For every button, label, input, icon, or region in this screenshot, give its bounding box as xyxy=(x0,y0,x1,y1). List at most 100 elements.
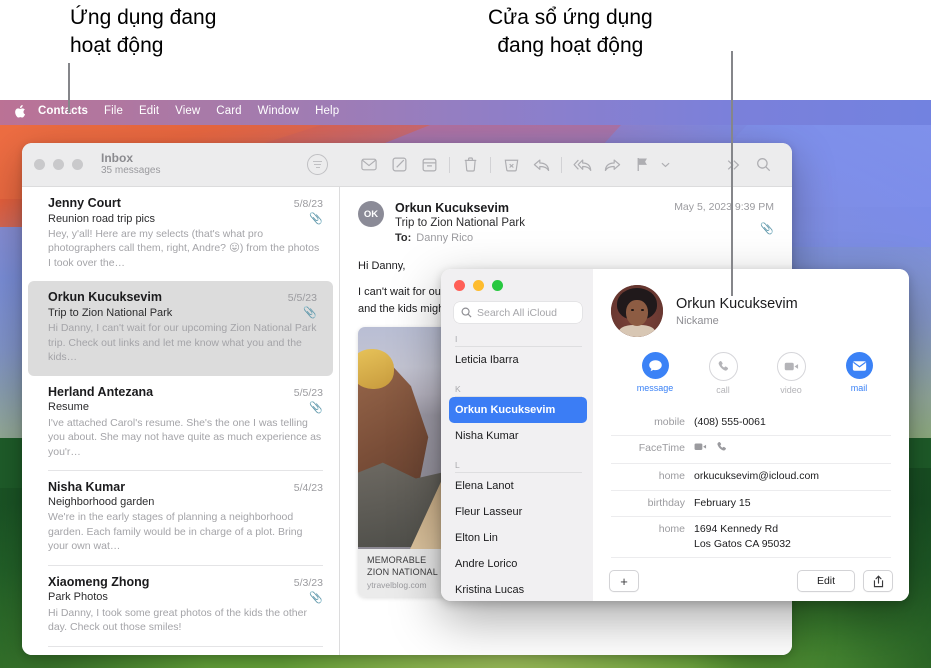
close-button[interactable] xyxy=(34,159,45,170)
message-list-item[interactable]: Nisha Kumar5/4/23 Neighborhood garden We… xyxy=(22,471,339,564)
message-sender-name: Orkun Kucuksevim xyxy=(395,201,674,215)
to-label: To: xyxy=(395,232,411,244)
contact-list-item-kristina-lucas[interactable]: Kristina Lucas xyxy=(454,577,582,601)
contact-avatar[interactable] xyxy=(611,285,663,337)
attachment-icon: 📎 xyxy=(674,222,774,235)
contacts-sidebar[interactable]: Search All iCloud I Leticia Ibarra K Ork… xyxy=(441,269,593,601)
menu-item-contacts[interactable]: Contacts xyxy=(38,105,88,117)
mail-toolbar[interactable] xyxy=(340,143,792,187)
phone-icon[interactable] xyxy=(716,441,728,458)
new-mailbox-icon[interactable] xyxy=(354,152,384,178)
message-subject: Trip to Zion National Park xyxy=(48,307,303,319)
contact-field-email[interactable]: home orkucuksevim@icloud.com xyxy=(611,464,891,490)
mail-traffic-lights[interactable] xyxy=(34,159,83,170)
photo-sunlit-rock xyxy=(358,349,394,389)
contact-actions[interactable]: message call video mail xyxy=(635,352,891,395)
menu-item-view[interactable]: View xyxy=(175,105,200,117)
contact-list-item-elena-lanot[interactable]: Elena Lanot xyxy=(454,473,582,499)
message-date: 5/3/23 xyxy=(294,577,323,589)
menu-item-help[interactable]: Help xyxy=(315,105,339,117)
message-list-item[interactable]: Xiaomeng Zhong5/3/23 Park Photos📎 Hi Dan… xyxy=(22,566,339,646)
contact-list-item-nisha-kumar[interactable]: Nisha Kumar xyxy=(454,423,582,449)
phone-icon xyxy=(709,352,738,381)
zoom-button[interactable] xyxy=(72,159,83,170)
contact-list-item-orkun-kucuksevim[interactable]: Orkun Kucuksevim xyxy=(449,397,587,423)
inbox-title: Inbox xyxy=(101,152,160,166)
message-list-item[interactable]: Jenny Court5/8/23 Reunion road trip pics… xyxy=(22,187,339,281)
chevron-down-icon[interactable] xyxy=(657,152,673,178)
minimize-button[interactable] xyxy=(473,280,484,291)
message-list-item[interactable]: Herland Antezana5/5/23 Resume📎 I've atta… xyxy=(22,376,339,470)
search-input[interactable]: Search All iCloud xyxy=(454,302,582,323)
message-action-button[interactable]: message xyxy=(635,352,675,395)
contact-card-header: Orkun Kucuksevim Nickame xyxy=(611,285,891,337)
forward-icon[interactable] xyxy=(597,152,627,178)
contacts-traffic-lights[interactable] xyxy=(454,280,582,291)
mail-action-button[interactable]: mail xyxy=(839,352,879,395)
field-label: home xyxy=(611,522,694,537)
message-header: OK Orkun Kucuksevim Trip to Zion Nationa… xyxy=(340,187,792,254)
filter-sort-icon[interactable] xyxy=(307,154,328,175)
mail-title-bar: Inbox 35 messages xyxy=(22,143,792,187)
contact-field-facetime[interactable]: FaceTime xyxy=(611,436,891,464)
contact-card-footer[interactable]: + Edit xyxy=(593,561,909,601)
message-subject: Resume xyxy=(48,401,309,413)
expand-icon[interactable] xyxy=(718,152,748,178)
zoom-button[interactable] xyxy=(492,280,503,291)
message-list-item[interactable]: Antonio Manriquez5/2/23 Send photos plea… xyxy=(22,647,339,655)
contact-field-mobile[interactable]: mobile (408) 555-0061 xyxy=(611,410,891,436)
field-value-icons[interactable] xyxy=(694,441,728,458)
menu-item-file[interactable]: File xyxy=(104,105,123,117)
contact-name-group: Orkun Kucuksevim Nickame xyxy=(676,296,798,327)
add-contact-button[interactable]: + xyxy=(609,570,639,592)
message-preview: I've attached Carol's resume. She's the … xyxy=(48,416,323,459)
call-action-label: call xyxy=(703,385,743,395)
message-subject: Neighborhood garden xyxy=(48,496,323,508)
junk-icon[interactable] xyxy=(496,152,526,178)
video-action-button[interactable]: video xyxy=(771,352,811,395)
flag-icon[interactable] xyxy=(627,152,657,178)
contact-nickname: Nickame xyxy=(676,315,798,327)
message-recipient: To:Danny Rico xyxy=(395,232,674,244)
search-icon[interactable] xyxy=(748,152,778,178)
edit-button[interactable]: Edit xyxy=(797,570,855,592)
message-sender: Orkun Kucuksevim xyxy=(48,290,288,304)
apple-logo-icon[interactable] xyxy=(12,103,26,119)
reply-all-icon[interactable] xyxy=(567,152,597,178)
message-date: 5/5/23 xyxy=(294,387,323,399)
reply-icon[interactable] xyxy=(526,152,556,178)
share-button[interactable] xyxy=(863,570,893,592)
annotation-active-window-label: Cửa sổ ứng dụng đang hoạt động xyxy=(488,4,653,59)
contact-list-item-elton-lin[interactable]: Elton Lin xyxy=(454,525,582,551)
contact-list-item-leticia-ibarra[interactable]: Leticia Ibarra xyxy=(454,347,582,373)
menu-item-card[interactable]: Card xyxy=(216,105,241,117)
contact-card: Orkun Kucuksevim Nickame message call xyxy=(593,269,909,601)
video-camera-icon[interactable] xyxy=(694,442,707,457)
mail-action-label: mail xyxy=(839,383,879,393)
menu-bar[interactable]: Contacts File Edit View Card Window Help xyxy=(0,97,931,125)
avatar-eye-right xyxy=(641,309,644,311)
contact-field-birthday[interactable]: birthday February 15 xyxy=(611,491,891,517)
message-sender: Herland Antezana xyxy=(48,385,294,399)
message-list[interactable]: Jenny Court5/8/23 Reunion road trip pics… xyxy=(22,187,340,655)
avatar-face xyxy=(626,300,648,326)
minimize-button[interactable] xyxy=(53,159,64,170)
delete-icon[interactable] xyxy=(455,152,485,178)
contacts-window[interactable]: Search All iCloud I Leticia Ibarra K Ork… xyxy=(441,269,909,601)
message-meta: Orkun Kucuksevim Trip to Zion National P… xyxy=(395,201,674,244)
compose-icon[interactable] xyxy=(384,152,414,178)
contact-list-item-fleur-lasseur[interactable]: Fleur Lasseur xyxy=(454,499,582,525)
search-icon xyxy=(461,307,472,318)
call-action-button[interactable]: call xyxy=(703,352,743,395)
menu-item-window[interactable]: Window xyxy=(258,105,300,117)
annotation-overlay: Ứng dụng đang hoạt động Cửa sổ ứng dụng … xyxy=(0,0,931,100)
archive-icon[interactable] xyxy=(414,152,444,178)
contact-fields: mobile (408) 555-0061 FaceTime home orku… xyxy=(611,410,891,584)
envelope-icon xyxy=(846,352,873,379)
message-sender: Jenny Court xyxy=(48,196,294,210)
menu-item-edit[interactable]: Edit xyxy=(139,105,159,117)
message-list-item-selected[interactable]: Orkun Kucuksevim5/5/23 Trip to Zion Nati… xyxy=(28,281,333,375)
contact-field-address[interactable]: home 1694 Kennedy Rd Los Gatos CA 95032 xyxy=(611,517,891,558)
close-button[interactable] xyxy=(454,280,465,291)
contact-list-item-andre-lorico[interactable]: Andre Lorico xyxy=(454,551,582,577)
